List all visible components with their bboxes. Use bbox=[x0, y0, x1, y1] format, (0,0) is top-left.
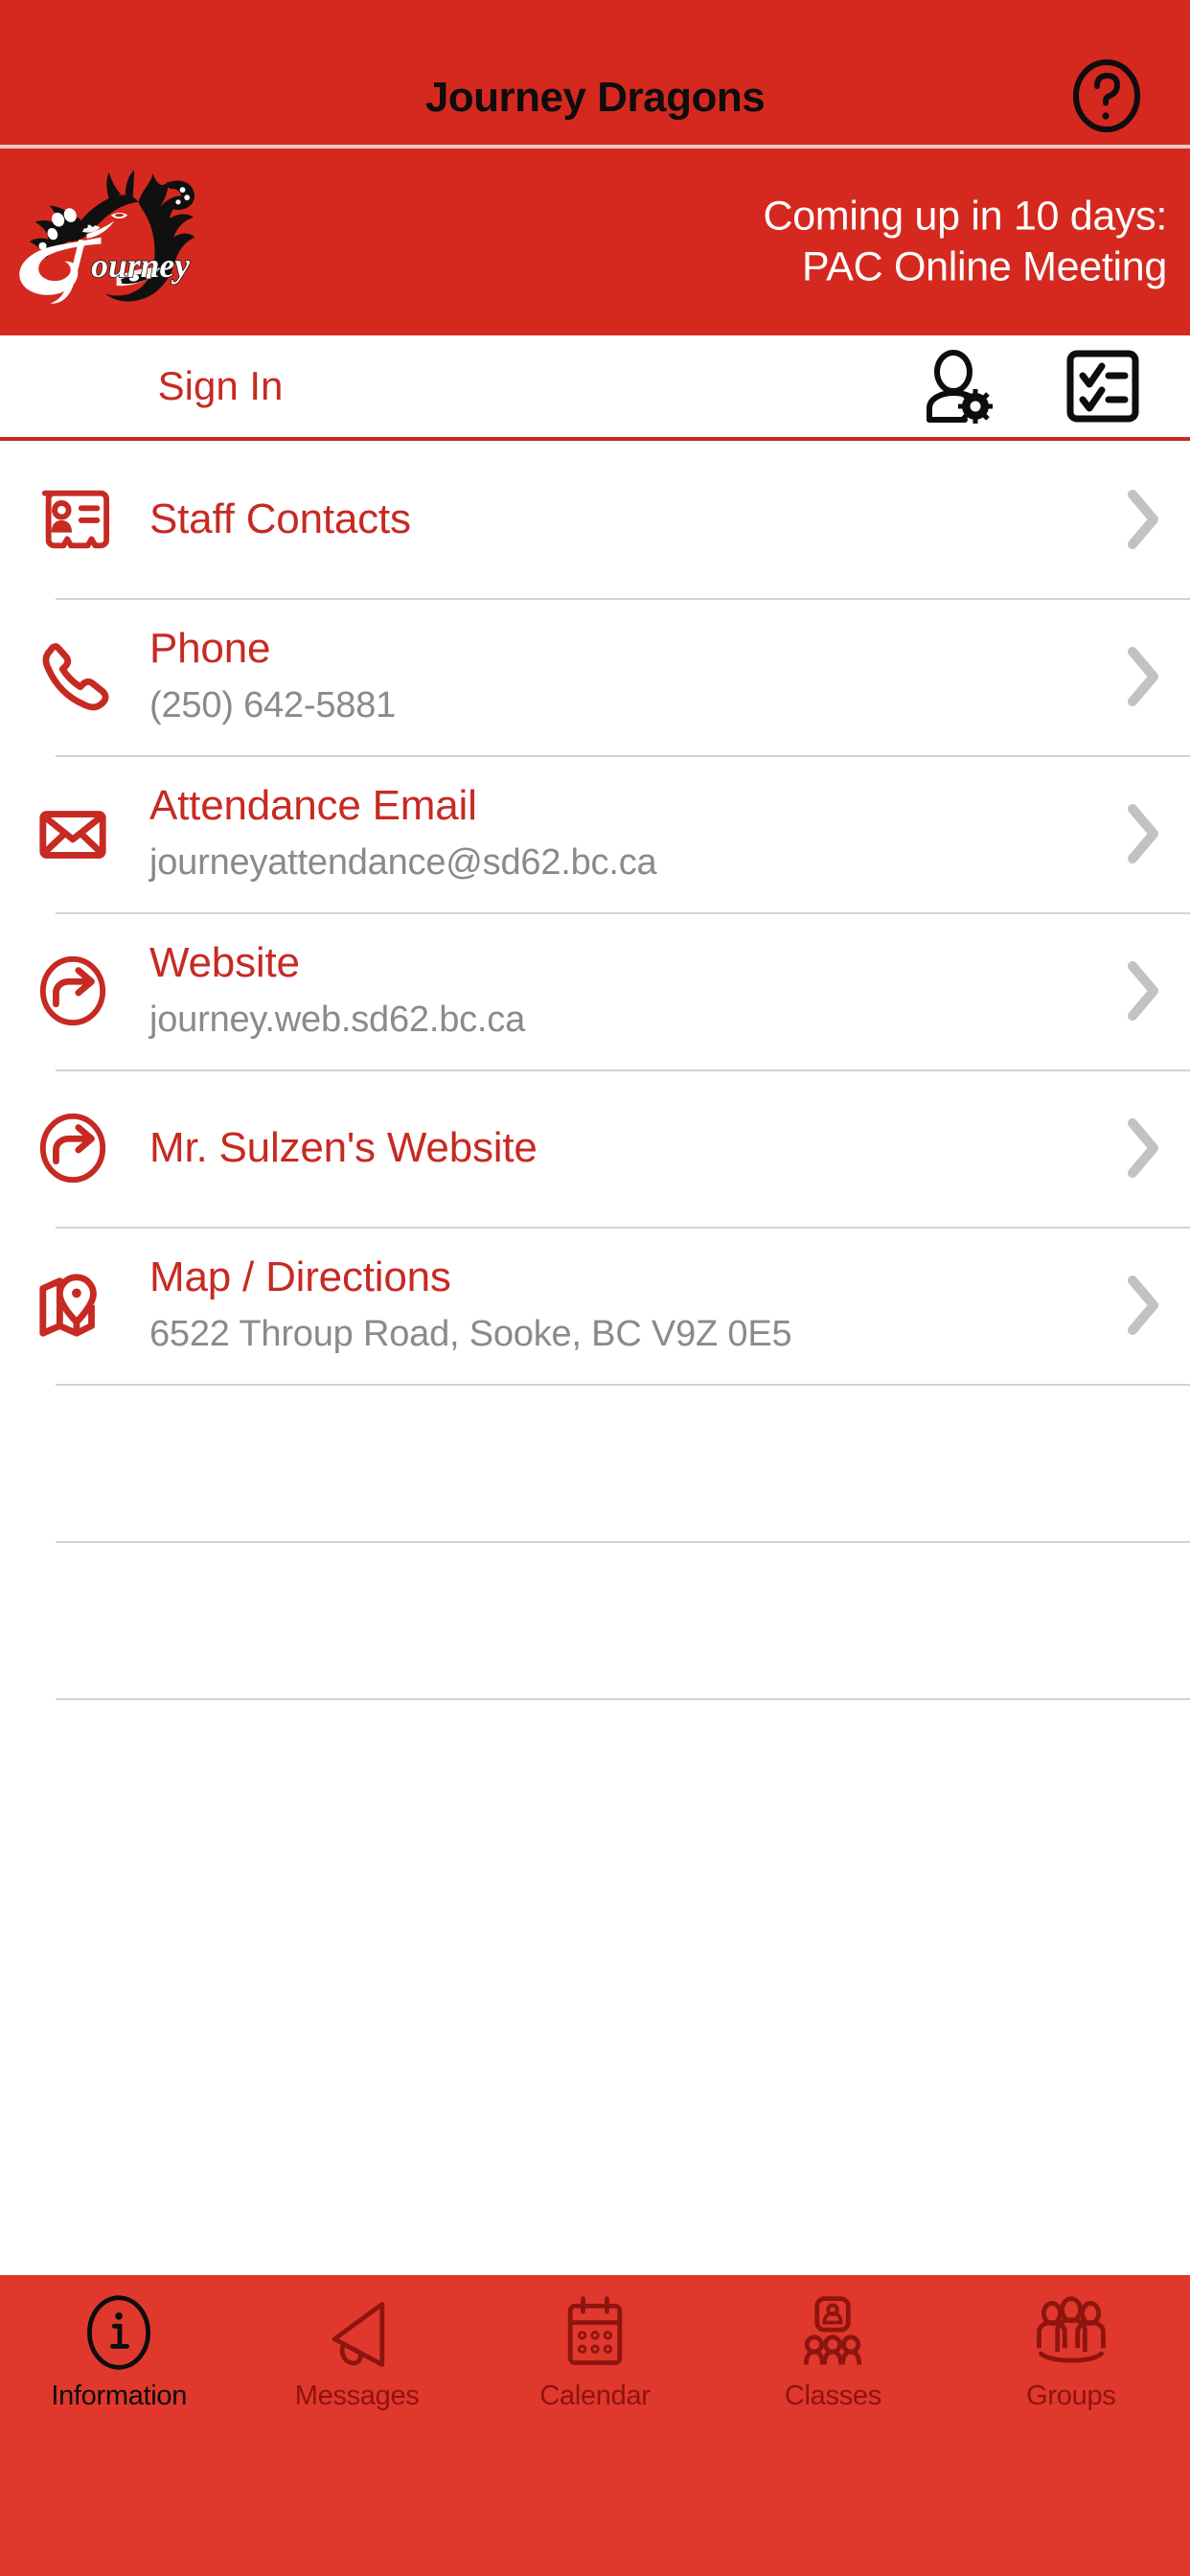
list-item-text: Attendance Email journeyattendance@sd62.… bbox=[119, 781, 1094, 886]
top-navbar: Journey Dragons bbox=[0, 0, 1190, 149]
chevron-right-icon[interactable] bbox=[1094, 487, 1190, 552]
list-item-title: Map / Directions bbox=[149, 1254, 451, 1301]
school-logo: ourney bbox=[6, 141, 226, 333]
chevron-right-icon[interactable] bbox=[1094, 644, 1190, 709]
page-title: Journey Dragons bbox=[424, 74, 766, 121]
list-item-title: Phone bbox=[149, 625, 271, 673]
home-indicator-area bbox=[0, 2451, 1190, 2576]
checklist-icon[interactable] bbox=[1064, 347, 1142, 426]
list-item-subtitle: journeyattendance@sd62.bc.ca bbox=[149, 842, 657, 884]
event-banner: ourney Coming up in 10 days: PAC Online … bbox=[0, 149, 1190, 335]
tab-information[interactable]: Information bbox=[0, 2275, 238, 2412]
user-settings-icon[interactable] bbox=[920, 347, 998, 426]
list-item-empty bbox=[0, 1698, 1190, 1855]
list-item-title: Staff Contacts bbox=[149, 495, 411, 543]
tab-groups[interactable]: Groups bbox=[952, 2275, 1190, 2412]
list-item-text: Mr. Sulzen's Website bbox=[119, 1123, 1094, 1173]
tab-messages[interactable]: Messages bbox=[238, 2275, 475, 2412]
list-item-title: Website bbox=[149, 939, 300, 987]
calendar-icon bbox=[554, 2288, 636, 2377]
upcoming-event-text: Coming up in 10 days: PAC Online Meeting bbox=[763, 191, 1167, 294]
tab-label: Calendar bbox=[539, 2380, 651, 2411]
chevron-right-icon[interactable] bbox=[1094, 1273, 1190, 1338]
bottom-tabbar: Information Messages Calendar Classes Gr… bbox=[0, 2275, 1190, 2451]
app-screen: Journey Dragons ourney Coming up in 10 d… bbox=[0, 0, 1190, 2576]
list-item-title: Attendance Email bbox=[149, 782, 477, 830]
chevron-right-icon[interactable] bbox=[1094, 801, 1190, 866]
chevron-right-icon[interactable] bbox=[1094, 958, 1190, 1024]
list-item-text: Website journey.web.sd62.bc.ca bbox=[119, 938, 1094, 1043]
tab-classes[interactable]: Classes bbox=[714, 2275, 951, 2412]
tab-label: Classes bbox=[784, 2380, 881, 2411]
list-item[interactable]: Attendance Email journeyattendance@sd62.… bbox=[0, 755, 1190, 912]
list-item-text: Map / Directions 6522 Throup Road, Sooke… bbox=[119, 1253, 1094, 1357]
list-item-subtitle: (250) 642-5881 bbox=[149, 685, 397, 726]
sign-in-button[interactable]: Sign In bbox=[0, 363, 441, 409]
information-list: Staff Contacts Phone (250) 642-5881 Atte… bbox=[0, 441, 1190, 2275]
list-item[interactable]: Map / Directions 6522 Throup Road, Sooke… bbox=[0, 1227, 1190, 1384]
tab-calendar[interactable]: Calendar bbox=[476, 2275, 714, 2412]
list-item-subtitle: 6522 Throup Road, Sooke, BC V9Z 0E5 bbox=[149, 1314, 792, 1355]
info-circle-icon bbox=[78, 2288, 160, 2377]
svg-text:ourney: ourney bbox=[91, 246, 190, 285]
chevron-right-icon[interactable] bbox=[1094, 1116, 1190, 1181]
phone-icon bbox=[27, 639, 119, 714]
external-link-icon bbox=[27, 1111, 119, 1185]
list-item-empty bbox=[0, 1541, 1190, 1698]
list-item-text: Phone (250) 642-5881 bbox=[119, 624, 1094, 728]
list-item-title: Mr. Sulzen's Website bbox=[149, 1124, 538, 1172]
help-circle-icon[interactable] bbox=[1069, 58, 1144, 133]
megaphone-icon bbox=[316, 2288, 399, 2377]
external-link-icon bbox=[27, 954, 119, 1028]
upcoming-event-line2: PAC Online Meeting bbox=[802, 243, 1167, 290]
list-item[interactable]: Phone (250) 642-5881 bbox=[0, 598, 1190, 755]
list-item[interactable]: Staff Contacts bbox=[0, 441, 1190, 598]
tab-label: Groups bbox=[1026, 2380, 1116, 2411]
list-item-empty bbox=[0, 1384, 1190, 1541]
list-item-text: Staff Contacts bbox=[119, 494, 1094, 544]
list-item[interactable]: Mr. Sulzen's Website bbox=[0, 1070, 1190, 1227]
list-item[interactable]: Website journey.web.sd62.bc.ca bbox=[0, 912, 1190, 1070]
list-item-subtitle: journey.web.sd62.bc.ca bbox=[149, 1000, 526, 1041]
upcoming-event-line1: Coming up in 10 days: bbox=[763, 192, 1167, 239]
envelope-icon bbox=[27, 796, 119, 871]
groups-icon bbox=[1030, 2288, 1112, 2377]
signin-actions bbox=[920, 347, 1142, 426]
map-pin-icon bbox=[27, 1268, 119, 1343]
tab-label: Information bbox=[51, 2380, 188, 2411]
contact-card-icon bbox=[27, 482, 119, 557]
signin-bar: Sign In bbox=[0, 335, 1190, 441]
classes-icon bbox=[791, 2288, 874, 2377]
tab-label: Messages bbox=[294, 2380, 420, 2411]
